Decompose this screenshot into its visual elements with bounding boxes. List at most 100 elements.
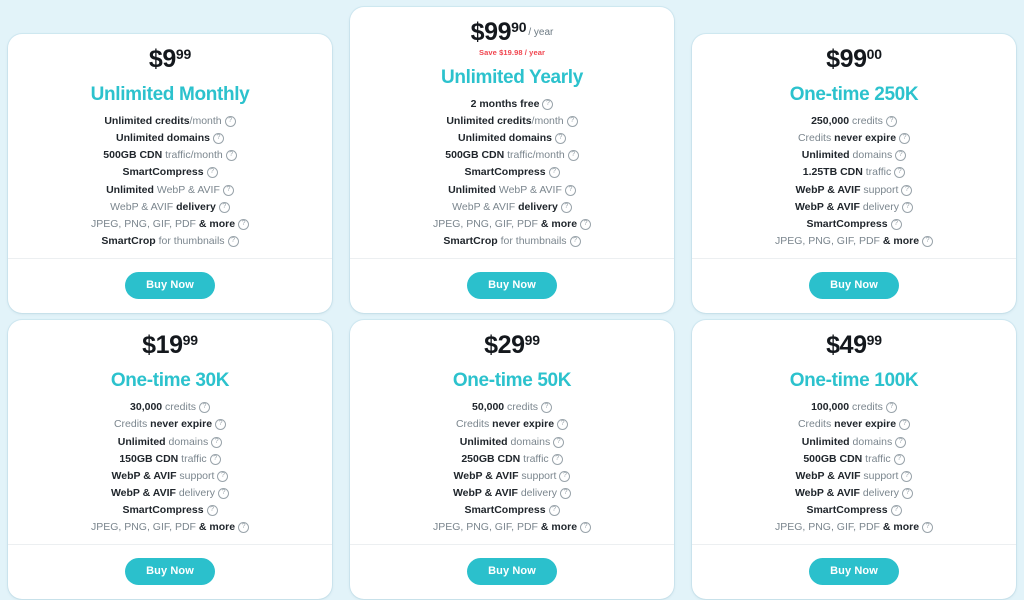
buy-now-button-unlimited-monthly[interactable]: Buy Now (125, 272, 215, 299)
question-circle-icon[interactable] (560, 201, 572, 213)
plan-feature-item: 100,000 credits (811, 401, 897, 414)
plan-feature-strong: WebP & AVIF (795, 469, 861, 482)
question-circle-icon[interactable] (885, 116, 897, 128)
plan-feature-item: SmartCompress (464, 504, 560, 517)
question-circle-icon[interactable] (885, 402, 897, 414)
question-circle-icon[interactable] (901, 184, 913, 196)
question-circle-icon[interactable] (553, 436, 565, 448)
question-circle-icon[interactable] (206, 505, 218, 517)
question-circle-icon[interactable] (554, 133, 566, 145)
question-circle-icon[interactable] (238, 218, 250, 230)
pricing-card-body: $9 99 Unlimited Monthly Unlimited credits/m… (8, 34, 332, 258)
plan-feature-item: Unlimited WebP & AVIF (106, 184, 234, 197)
question-circle-icon[interactable] (899, 419, 911, 431)
pricing-card-footer: Buy Now (692, 258, 1016, 313)
question-circle-icon[interactable] (902, 201, 914, 213)
plan-price-cents: 90 (511, 18, 527, 35)
question-circle-icon[interactable] (564, 184, 576, 196)
question-circle-icon[interactable] (901, 470, 913, 482)
question-circle-icon[interactable] (566, 116, 578, 128)
question-circle-icon[interactable] (238, 522, 250, 534)
plan-feature-item: WebP & AVIF delivery (453, 487, 572, 500)
question-circle-icon[interactable] (580, 522, 592, 534)
buy-now-button-one-time-30k[interactable]: Buy Now (125, 558, 215, 586)
buy-now-button-one-time-100k[interactable]: Buy Now (809, 558, 899, 586)
plan-feature-text: WebP & AVIF delivery (110, 201, 216, 214)
pricing-card-body: $99 90/ year Save $19.98 / year Unlimited Y… (350, 7, 674, 258)
question-circle-icon[interactable] (895, 436, 907, 448)
question-circle-icon[interactable] (548, 167, 560, 179)
question-circle-icon[interactable] (922, 235, 934, 247)
question-circle-icon[interactable] (551, 453, 563, 465)
plan-price-cents: 99 (182, 332, 198, 348)
question-circle-icon[interactable] (569, 235, 581, 247)
question-circle-icon[interactable] (212, 133, 224, 145)
plan-feature-item: Credits never expire (798, 132, 911, 145)
question-circle-icon[interactable] (548, 505, 560, 517)
question-circle-icon[interactable] (224, 116, 236, 128)
question-circle-icon[interactable] (560, 487, 572, 499)
plan-price-currency: $ (826, 331, 840, 359)
plan-feature-strong: Unlimited (801, 435, 850, 448)
plan-feature-plain: support (860, 469, 899, 482)
question-circle-icon[interactable] (557, 419, 569, 431)
question-circle-icon[interactable] (215, 419, 227, 431)
plan-feature-text: 500GB CDN traffic/month (445, 149, 564, 162)
buy-now-button-one-time-250k[interactable]: Buy Now (809, 272, 899, 299)
plan-feature-text: 500GB CDN traffic (803, 453, 890, 466)
question-circle-icon[interactable] (580, 218, 592, 230)
question-circle-icon[interactable] (198, 402, 210, 414)
plan-feature-text: WebP & AVIF delivery (452, 201, 558, 214)
plan-feature-plain: delivery (859, 486, 900, 499)
plan-feature-strong: Unlimited (459, 435, 508, 448)
plan-feature-strong: 500GB CDN (103, 149, 163, 162)
question-circle-icon[interactable] (899, 133, 911, 145)
question-circle-icon[interactable] (542, 98, 554, 110)
question-circle-icon[interactable] (902, 487, 914, 499)
plan-feature-item: WebP & AVIF delivery (795, 487, 914, 500)
question-circle-icon[interactable] (218, 201, 230, 213)
plan-feature-strong: Unlimited credits (446, 115, 532, 127)
question-circle-icon[interactable] (211, 436, 223, 448)
plan-feature-text: WebP & AVIF support (454, 470, 557, 483)
plan-feature-item: SmartCompress (122, 166, 218, 179)
question-circle-icon[interactable] (895, 150, 907, 162)
buy-now-button-one-time-50k[interactable]: Buy Now (467, 558, 557, 586)
plan-feature-text: WebP & AVIF delivery (795, 487, 899, 500)
question-circle-icon[interactable] (222, 184, 234, 196)
question-circle-icon[interactable] (567, 150, 579, 162)
plan-price-cents: 00 (866, 45, 882, 62)
plan-feature-strong: & more (882, 521, 920, 534)
plan-feature-item: Credits never expire (456, 418, 569, 431)
question-circle-icon[interactable] (893, 453, 905, 465)
plan-feature-strong: Unlimited (106, 183, 154, 196)
plan-feature-plain: JPEG, PNG, GIF, PDF (774, 234, 883, 247)
plan-feature-item: 500GB CDN traffic/month (103, 149, 237, 162)
plan-feature-plain: WebP & AVIF (452, 200, 519, 213)
question-circle-icon[interactable] (890, 505, 902, 517)
question-circle-icon[interactable] (217, 470, 229, 482)
question-circle-icon[interactable] (922, 522, 934, 534)
plan-feature-text: WebP & AVIF delivery (453, 487, 557, 500)
plan-feature-text: Unlimited domains (802, 149, 892, 162)
question-circle-icon[interactable] (540, 402, 552, 414)
question-circle-icon[interactable] (218, 487, 230, 499)
buy-now-button-unlimited-yearly[interactable]: Buy Now (467, 272, 557, 299)
question-circle-icon[interactable] (894, 167, 906, 179)
plan-feature-strong: Unlimited (801, 149, 850, 162)
plan-feature-list: 30,000 credits Credits never expire Unlimi… (22, 401, 318, 534)
plan-title: One-time 250K (789, 84, 919, 105)
plan-feature-text: 500GB CDN traffic/month (103, 149, 222, 162)
question-circle-icon[interactable] (209, 453, 221, 465)
question-circle-icon[interactable] (225, 150, 237, 162)
pricing-row-bottom: $1999One-time 30K30,000 creditsCredits n… (0, 313, 1024, 600)
plan-feature-item: WebP & AVIF delivery (452, 201, 572, 214)
question-circle-icon[interactable] (559, 470, 571, 482)
plan-feature-strong: SmartCrop (443, 234, 498, 247)
plan-feature-text: SmartCompress (464, 166, 545, 179)
plan-feature-plain: JPEG, PNG, GIF, PDF (90, 521, 199, 534)
question-circle-icon[interactable] (206, 167, 218, 179)
plan-feature-list: 50,000 credits Credits never expire Unlimi… (364, 401, 660, 534)
question-circle-icon[interactable] (227, 235, 239, 247)
question-circle-icon[interactable] (890, 218, 902, 230)
